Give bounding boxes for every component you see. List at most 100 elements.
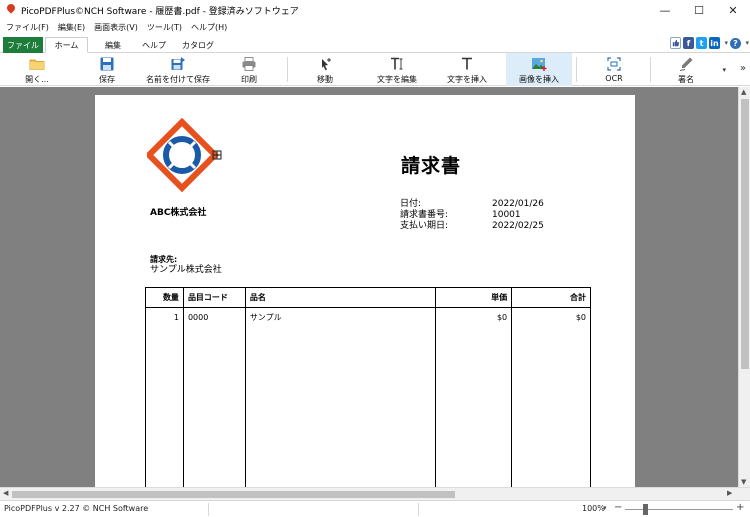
column-header-qty: 数量	[145, 287, 184, 308]
vertical-scrollbar[interactable]: ▲ ▼	[738, 87, 750, 487]
meta-label: 請求書番号:	[400, 210, 449, 220]
status-text: PicoPDFPlus v 2.27 © NCH Software	[4, 504, 149, 513]
vertical-scroll-thumb[interactable]	[741, 99, 749, 369]
linkedin-icon[interactable]: in	[709, 37, 720, 49]
save-as-icon	[170, 56, 186, 72]
scroll-left-icon[interactable]: ◀	[3, 489, 8, 497]
table-header-row: 数量 品目コード 品名 単価 合計	[145, 287, 591, 308]
menu-view[interactable]: 画面表示(V)	[94, 22, 138, 33]
close-button[interactable]: ✕	[716, 0, 750, 20]
filler-cell	[435, 327, 513, 487]
edit-text-label: 文字を編集	[377, 75, 417, 84]
tab-file[interactable]: ファイル	[3, 37, 43, 53]
move-button[interactable]: 移動	[305, 53, 345, 86]
minimize-button[interactable]: —	[648, 0, 682, 20]
zoom-slider-handle[interactable]	[643, 504, 648, 515]
thumbs-up-icon[interactable]	[670, 37, 681, 49]
cell-code: 0000	[182, 307, 246, 328]
pdf-page[interactable]: ABC株式会社 請求書 日付: 2022/01/26 請求書番号: 10001 …	[95, 95, 635, 487]
insert-image-button[interactable]: 画像を挿入	[506, 53, 572, 86]
meta-row-due: 支払い期日: 2022/02/25	[400, 221, 544, 232]
save-as-label: 名前を付けて保存	[146, 75, 210, 84]
toolbar-divider	[287, 57, 288, 82]
meta-value: 2022/01/26	[492, 199, 544, 209]
social-dropdown-icon[interactable]: ▾	[724, 39, 728, 47]
edit-text-button[interactable]: 文字を編集	[370, 53, 424, 86]
status-bar: PicoPDFPlus v 2.27 © NCH Software 100% ▾…	[0, 500, 750, 517]
save-button[interactable]: 保存	[86, 53, 128, 86]
tab-catalog[interactable]: カタログ	[176, 37, 220, 53]
pen-icon	[678, 56, 694, 72]
print-button[interactable]: 印刷	[230, 53, 268, 86]
ocr-button[interactable]: OCR	[596, 53, 632, 86]
table-filler-row	[145, 327, 591, 487]
zoom-dropdown-icon[interactable]: ▾	[603, 504, 607, 512]
sign-button[interactable]: 署名	[668, 53, 704, 86]
meta-row-date: 日付: 2022/01/26	[400, 199, 544, 210]
zoom-in-icon[interactable]: +	[736, 502, 744, 513]
toolbar: 開く... 保存 名前を付けて保存 印刷 移動 文字を編集 文字を挿入 画像を挿…	[0, 53, 750, 86]
horizontal-scrollbar[interactable]: ◀ ▶	[0, 487, 750, 500]
menu-help[interactable]: ヘルプ(H)	[191, 22, 227, 33]
meta-label: 日付:	[400, 199, 422, 209]
company-logo	[147, 118, 222, 193]
open-label: 開く...	[25, 75, 49, 84]
column-header-unit-price: 単価	[435, 287, 513, 308]
maximize-button[interactable]: ☐	[682, 0, 716, 20]
filler-cell	[145, 327, 184, 487]
toolbar-divider	[576, 57, 577, 82]
twitter-icon[interactable]: t	[696, 37, 707, 49]
printer-icon	[241, 56, 257, 72]
edit-text-icon	[389, 56, 405, 72]
column-header-total: 合計	[511, 287, 591, 308]
zoom-slider[interactable]	[625, 509, 733, 510]
menu-tools[interactable]: ツール(T)	[147, 22, 182, 33]
menu-edit[interactable]: 編集(E)	[58, 22, 85, 33]
document-title: 請求書	[401, 155, 462, 177]
zoom-out-icon[interactable]: −	[614, 502, 622, 513]
horizontal-scroll-thumb[interactable]	[12, 491, 455, 498]
filler-cell	[511, 327, 591, 487]
tab-edit[interactable]: 編集	[95, 37, 131, 53]
column-header-code: 品目コード	[182, 287, 246, 308]
invoice-meta: 日付: 2022/01/26 請求書番号: 10001 支払い期日: 2022/…	[400, 199, 544, 232]
open-button[interactable]: 開く...	[14, 53, 60, 86]
tab-home[interactable]: ホーム	[45, 37, 88, 53]
save-as-button[interactable]: 名前を付けて保存	[140, 53, 216, 86]
items-table: 数量 品目コード 品名 単価 合計 1 0000 サンプル $0 $0	[145, 287, 591, 487]
move-cursor-icon	[317, 56, 333, 72]
help-dropdown-icon[interactable]: ▾	[745, 39, 749, 47]
window-title: PicoPDFPlus©NCH Software - 履歴書.pdf - 登録済…	[21, 6, 299, 17]
table-row: 1 0000 サンプル $0 $0	[145, 307, 591, 328]
insert-text-label: 文字を挿入	[447, 75, 487, 84]
scroll-right-icon[interactable]: ▶	[727, 489, 732, 497]
chevron-right-icon[interactable]: »	[740, 63, 746, 74]
scroll-down-icon[interactable]: ▼	[741, 478, 746, 486]
toolbar-divider	[650, 57, 651, 82]
help-icon[interactable]: ?	[730, 38, 741, 49]
tab-help[interactable]: ヘルプ	[136, 37, 172, 53]
meta-row-number: 請求書番号: 10001	[400, 210, 544, 221]
facebook-icon[interactable]: f	[683, 37, 694, 49]
filler-cell	[182, 327, 246, 487]
window-controls: — ☐ ✕	[648, 0, 750, 20]
cell-total: $0	[511, 307, 591, 328]
menu-file[interactable]: ファイル(F)	[6, 22, 49, 33]
menu-bar: ファイル(F) 編集(E) 画面表示(V) ツール(T) ヘルプ(H)	[0, 20, 750, 35]
document-viewer[interactable]: ABC株式会社 請求書 日付: 2022/01/26 請求書番号: 10001 …	[0, 87, 738, 487]
scroll-up-icon[interactable]: ▲	[741, 88, 746, 96]
ribbon-tabs: ファイル ホーム 編集 ヘルプ カタログ f t in ▾ ? ▾	[0, 35, 750, 53]
ocr-label: OCR	[605, 74, 623, 83]
cell-name: サンプル	[244, 307, 437, 328]
cell-qty: 1	[145, 307, 184, 328]
sign-label: 署名	[678, 75, 694, 84]
save-icon	[99, 56, 115, 72]
meta-label: 支払い期日:	[400, 221, 449, 231]
status-divider	[208, 503, 209, 516]
zoom-level[interactable]: 100%	[582, 504, 605, 513]
insert-text-button[interactable]: 文字を挿入	[442, 53, 492, 86]
sign-dropdown-icon[interactable]: ▾	[722, 66, 726, 74]
bill-to-label: 請求先:	[150, 255, 178, 264]
folder-icon	[29, 56, 45, 72]
image-icon	[531, 56, 547, 72]
